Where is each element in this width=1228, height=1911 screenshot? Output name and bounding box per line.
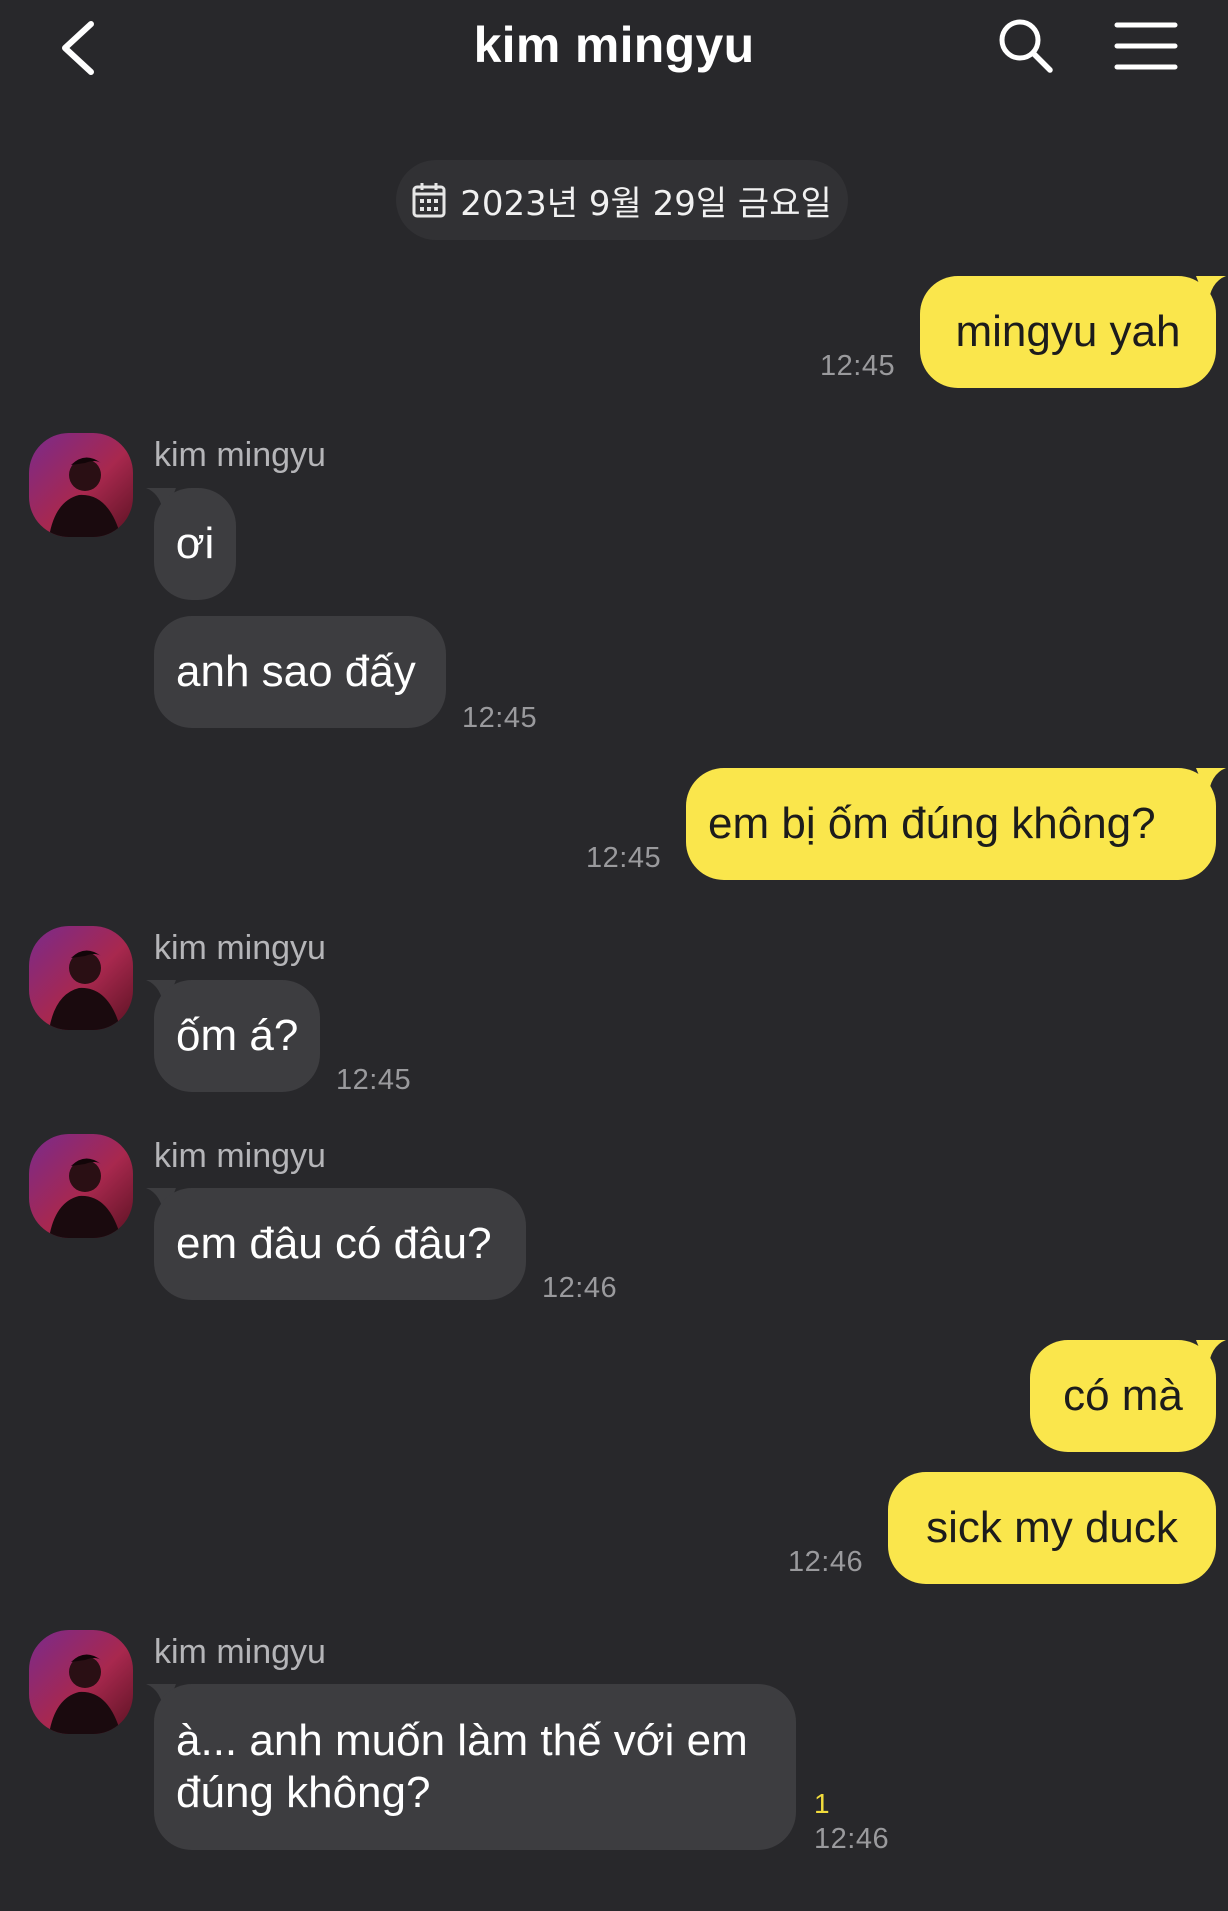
incoming-message-bubble[interactable]: anh sao đấy: [154, 616, 446, 728]
back-button[interactable]: [55, 18, 105, 78]
avatar[interactable]: [29, 433, 133, 537]
avatar[interactable]: [29, 926, 133, 1030]
incoming-message-bubble[interactable]: ốm á?: [154, 980, 320, 1092]
bubble-tail: [1196, 1340, 1226, 1370]
message-text: mingyu yah: [955, 307, 1181, 356]
search-icon: [999, 19, 1053, 73]
avatar[interactable]: [29, 1630, 133, 1734]
message-time: 12:45: [820, 350, 896, 382]
date-divider: 2023년 9월 29일 금요일: [396, 160, 848, 240]
message-time: 12:45: [336, 1064, 412, 1096]
message-text: có mà: [1063, 1371, 1183, 1420]
outgoing-message-bubble[interactable]: có mà: [1030, 1340, 1216, 1452]
message-text: em đâu có đâu?: [176, 1219, 492, 1268]
incoming-message-bubble[interactable]: à... anh muốn làm thế với em đúng không?: [154, 1684, 796, 1850]
message-text: sick my duck: [926, 1503, 1178, 1552]
chat-header: kim mingyu: [0, 0, 1228, 100]
menu-button[interactable]: [1114, 20, 1178, 72]
message-text: em bị ốm đúng không?: [708, 799, 1156, 848]
sender-name: kim mingyu: [154, 1137, 326, 1175]
bubble-tail: [1196, 276, 1226, 306]
date-label: 2023년 9월 29일 금요일: [460, 183, 832, 224]
message-time: 12:46: [542, 1272, 618, 1304]
message-text: à... anh muốn làm thế với em đúng không?: [176, 1716, 748, 1817]
outgoing-message-bubble[interactable]: mingyu yah: [920, 276, 1216, 388]
message-text: anh sao đấy: [176, 647, 416, 696]
message-time: 12:45: [462, 702, 538, 734]
calendar-icon: [412, 183, 446, 218]
avatar[interactable]: [29, 1134, 133, 1238]
chevron-left-icon: [62, 21, 94, 75]
incoming-message-bubble[interactable]: ơi: [154, 488, 236, 600]
outgoing-message-bubble[interactable]: sick my duck: [888, 1472, 1216, 1584]
incoming-message-bubble[interactable]: em đâu có đâu?: [154, 1188, 526, 1300]
sender-name: kim mingyu: [154, 1633, 326, 1671]
message-time: 12:46: [788, 1546, 864, 1578]
message-text: ơi: [175, 519, 215, 568]
hamburger-menu-icon: [1114, 22, 1178, 70]
bubble-tail: [1196, 768, 1226, 798]
message-text: ốm á?: [176, 1011, 299, 1060]
sender-name: kim mingyu: [154, 436, 326, 474]
sender-name: kim mingyu: [154, 929, 326, 967]
outgoing-message-bubble[interactable]: em bị ốm đúng không?: [686, 768, 1216, 880]
unread-count: 1: [814, 1788, 830, 1819]
message-time: 12:45: [586, 842, 662, 874]
search-button[interactable]: [996, 16, 1056, 76]
message-time: 12:46: [814, 1823, 890, 1855]
